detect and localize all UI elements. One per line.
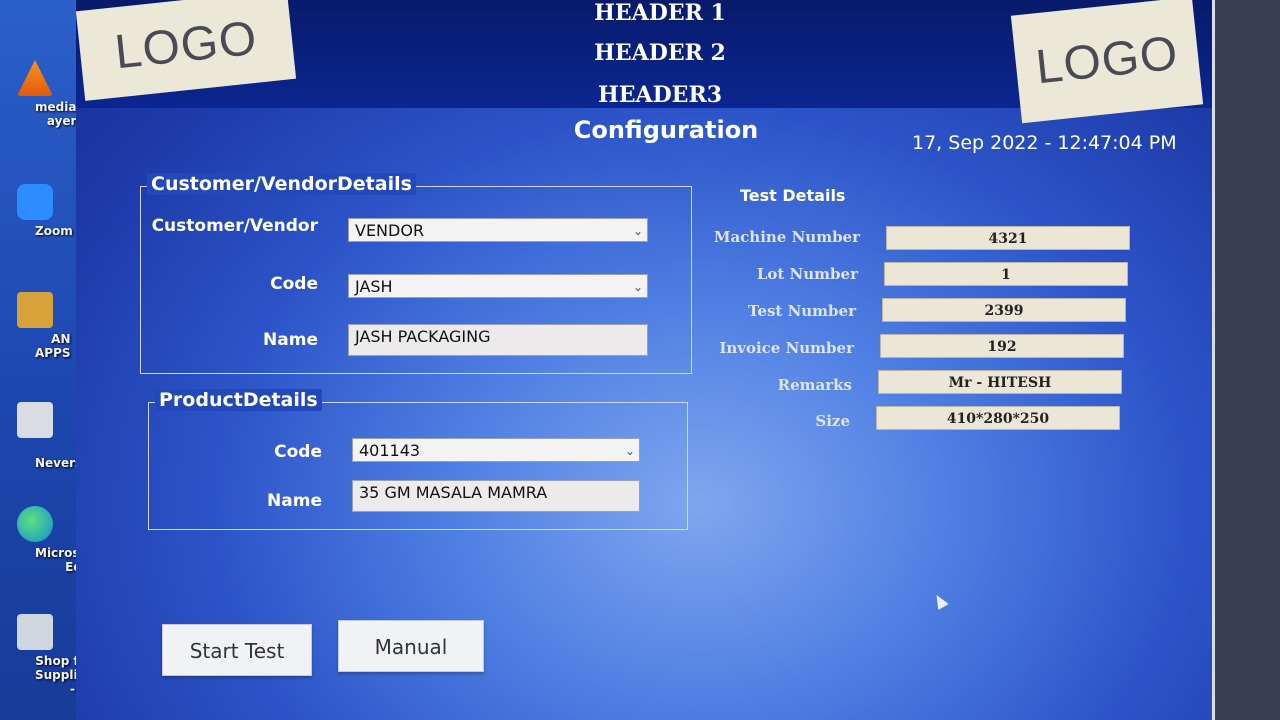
customer-vendor-select[interactable]: VENDOR ⌄ [348,218,648,242]
product-code-label: Code [274,442,322,462]
invoice-number-label: Invoice Number [719,339,854,357]
chevron-down-icon: ⌄ [632,224,643,238]
desktop-icon-apps[interactable]: AN APPS [0,292,71,360]
desktop-icon-hp[interactable]: HP Neverst... [0,402,102,470]
logo-right: LOGO [1010,0,1204,124]
product-name-field[interactable]: 35 GM MASALA MAMRA [352,480,640,512]
desktop-icon-zoom[interactable]: Zoom [0,184,73,238]
chevron-down-icon: ⌄ [632,280,643,294]
lot-number-label: Lot Number [756,265,858,283]
mouse-cursor-icon [931,591,949,611]
desktop-icon-label: Zoom [35,224,73,238]
test-number-label: Test Number [747,302,856,320]
desktop-icon-label: AN APPS [35,332,71,360]
test-details-title: Test Details [740,186,846,205]
customer-vendor-label: Customer/Vendor [151,216,318,236]
header-line-1: HEADER 1 [594,0,726,26]
start-test-button[interactable]: Start Test [162,624,312,676]
customer-code-select[interactable]: JASH ⌄ [348,274,648,298]
customer-name-label: Name [263,330,318,350]
edge-icon [17,506,53,542]
machine-number-label: Machine Number [713,228,860,246]
size-label: Size [815,412,850,430]
configuration-window: LOGO LOGO HEADER 1 HEADER 2 HEADER3 Conf… [75,0,1215,720]
customer-vendor-group-title: Customer/VendorDetails [147,173,416,195]
product-code-select[interactable]: 401143 ⌄ [352,438,640,462]
product-details-group-title: ProductDetails [155,389,322,411]
desktop-icon-edge[interactable]: Microsoft Edge [0,506,99,574]
lot-number-field[interactable]: 1 [884,262,1128,286]
vlc-cone-icon [17,60,53,96]
remarks-field[interactable]: Mr - HITESH [878,370,1122,394]
desktop-right-edge [1205,0,1280,720]
customer-name-field[interactable]: JASH PACKAGING [348,324,648,356]
customer-vendor-select-value: VENDOR [355,221,425,240]
datetime-display: 17, Sep 2022 - 12:47:04 PM [912,132,1177,154]
desktop-icon-media-player[interactable]: media ayer [0,60,76,128]
test-number-field[interactable]: 2399 [882,298,1126,322]
size-field[interactable]: 410*280*250 [876,406,1120,430]
apps-folder-icon [17,292,53,328]
customer-code-select-value: JASH [355,277,393,296]
desktop-icon-label: media ayer [35,100,77,128]
chevron-down-icon: ⌄ [624,444,635,458]
header-line-3: HEADER3 [597,82,723,108]
manual-button[interactable]: Manual [338,620,484,672]
header-line-2: HEADER 2 [594,40,726,66]
remarks-label: Remarks [777,376,852,394]
invoice-number-field[interactable]: 192 [880,334,1124,358]
machine-number-field[interactable]: 4321 [886,226,1130,250]
printer-icon [17,402,53,438]
shop-printer-icon [17,614,53,650]
customer-code-label: Code [270,274,318,294]
page-title: Configuration [573,116,759,144]
zoom-camera-icon [17,184,53,220]
product-code-select-value: 401143 [359,441,421,460]
desktop-icon-shop[interactable]: Shop for Supplies - ... [0,614,93,696]
product-name-label: Name [267,491,322,511]
